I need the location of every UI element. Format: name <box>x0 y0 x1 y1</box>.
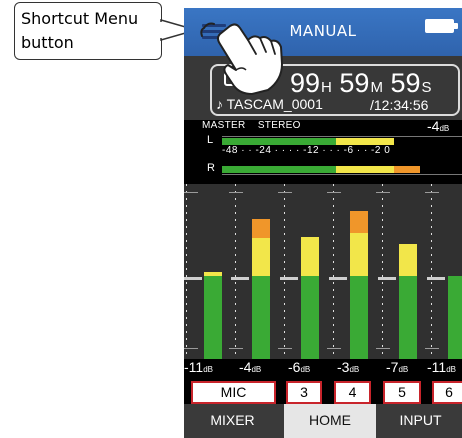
channel-3-meter-yellow <box>301 237 319 276</box>
meter-scale: -48 · · -24 · · · · -12 · · · -6 · · -2 … <box>222 145 391 156</box>
master-mode: STEREO <box>257 120 301 131</box>
channel-2-level: -4dB <box>239 359 262 375</box>
channel-2-meter-orange <box>252 219 270 238</box>
pointing-hand-icon <box>200 22 283 95</box>
channel-3-meter-green <box>301 276 319 359</box>
channel-4-meter-green <box>350 276 368 359</box>
remain-minutes: 59 <box>339 68 370 98</box>
left-channel-label: L <box>207 134 214 146</box>
channel-1-meter-green <box>204 276 222 359</box>
master-right-yellow <box>336 166 394 173</box>
remain-seconds-unit: S <box>421 79 432 96</box>
channel-button-mic[interactable]: MIC <box>191 381 276 404</box>
channel-5-meter-yellow <box>399 244 417 276</box>
channel-3-level: -6dB <box>288 359 311 375</box>
master-right-green <box>222 166 336 173</box>
battery-icon <box>425 19 454 33</box>
bottom-tabs: MIXER HOME INPUT <box>184 404 462 438</box>
right-channel-label: R <box>207 162 215 174</box>
channel-button-5[interactable]: 5 <box>383 381 421 404</box>
channel-4-meter-orange <box>350 211 368 233</box>
channel-meters <box>184 184 462 359</box>
tab-mixer[interactable]: MIXER <box>184 404 281 438</box>
master-value-unit: dB <box>439 124 450 133</box>
channel-button-3[interactable]: 3 <box>286 381 322 404</box>
channel-2-meter-green <box>252 276 270 359</box>
channel-5-level: -7dB <box>386 359 409 375</box>
tab-input[interactable]: INPUT <box>379 404 462 438</box>
master-meter: MASTER STEREO -4dB L R -48 · · -24 · · ·… <box>184 118 462 184</box>
channel-1-meter-yellow <box>204 272 222 276</box>
master-right-orange <box>394 166 420 173</box>
channel-4-level: -3dB <box>337 359 360 375</box>
battery-tip <box>454 23 458 29</box>
master-label: MASTER <box>202 120 246 131</box>
channel-button-4[interactable]: 4 <box>334 381 371 404</box>
remain-minutes-unit: M <box>370 79 383 96</box>
channel-buttons: MIC 3 4 5 6 <box>184 379 462 404</box>
remain-hours: 99 <box>290 68 321 98</box>
remain-seconds: 59 <box>390 68 421 98</box>
master-left-yellow <box>336 138 394 145</box>
channel-button-6[interactable]: 6 <box>432 381 462 404</box>
channel-6-level: -11dB <box>427 359 456 375</box>
channel-2-meter-yellow <box>252 238 270 276</box>
channel-1-level: -11dB <box>184 359 213 375</box>
channel-levels: -11dB -4dB -6dB -3dB -7dB -11dB <box>184 359 462 379</box>
channel-4-meter-yellow <box>350 233 368 276</box>
remain-hours-unit: H <box>321 79 332 96</box>
master-value: -4 <box>427 118 440 134</box>
total-time: /12:34:56 <box>370 97 429 113</box>
channel-5-meter-green <box>399 276 417 359</box>
master-left-green <box>222 138 336 145</box>
channel-6-meter-green <box>448 276 462 359</box>
tab-home[interactable]: HOME <box>284 404 376 438</box>
remaining-time: 99H 59M 59S <box>290 68 432 99</box>
